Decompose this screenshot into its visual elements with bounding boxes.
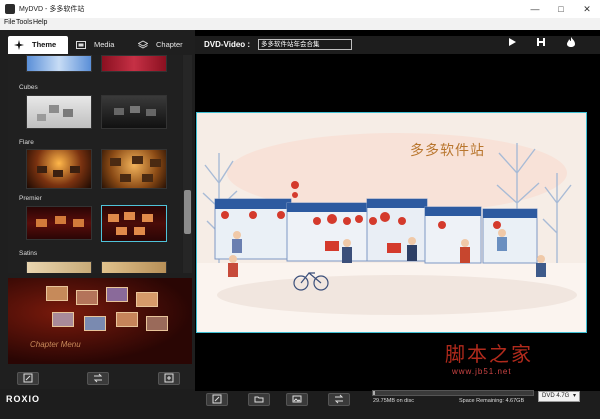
film-icon xyxy=(76,41,86,49)
theme-thumbnail-selected[interactable] xyxy=(101,205,167,242)
disc-used-text: 29.75MB on disc xyxy=(373,398,414,404)
tab-media-label: Media xyxy=(94,40,115,49)
window-title: MyDVD - 多多软件站 xyxy=(19,6,85,13)
chevron-down-icon: ▾ xyxy=(572,393,576,399)
title-bar: MyDVD - 多多软件站 — □ ✕ xyxy=(0,0,600,18)
theme-preview: Chapter Menu xyxy=(8,278,192,364)
tab-theme-label: Theme xyxy=(32,40,57,49)
app-icon xyxy=(5,4,15,14)
add-menu-button[interactable] xyxy=(158,372,180,385)
close-button[interactable]: ✕ xyxy=(574,0,600,18)
menu-bar: File Tools Help xyxy=(0,18,600,30)
tab-bar: Theme Media Chapter xyxy=(8,36,194,54)
roxio-logo: ROXIO xyxy=(6,394,41,404)
watermark-url: www.jb51.net xyxy=(452,367,512,376)
category-label-cubes: Cubes xyxy=(19,84,38,91)
menu-help[interactable]: Help xyxy=(33,19,47,26)
swap-icon xyxy=(334,394,344,404)
maximize-button[interactable]: □ xyxy=(548,0,574,18)
swap-button[interactable] xyxy=(87,372,109,385)
tab-theme[interactable]: Theme xyxy=(8,36,68,54)
theme-thumbnail[interactable] xyxy=(101,261,167,273)
theme-thumbnail[interactable] xyxy=(26,206,92,240)
minimize-button[interactable]: — xyxy=(522,0,548,18)
add-icon xyxy=(164,373,174,383)
layers-icon xyxy=(138,40,148,49)
watermark-text: 脚本之家 xyxy=(445,342,533,366)
theme-thumbnail[interactable] xyxy=(26,55,92,72)
tab-chapter[interactable]: Chapter xyxy=(132,36,194,54)
preview-caption: Chapter Menu xyxy=(30,340,81,349)
theme-thumbnail[interactable] xyxy=(101,149,167,189)
save-icon xyxy=(537,38,545,46)
edit-icon xyxy=(23,373,33,383)
folder-icon xyxy=(254,396,264,403)
theme-list-scrollbar[interactable] xyxy=(183,55,192,273)
theme-icon xyxy=(14,40,24,50)
edit-menu-button[interactable] xyxy=(17,372,39,385)
open-folder-button[interactable] xyxy=(248,393,270,406)
replace-button[interactable] xyxy=(328,393,350,406)
menu-title-text[interactable]: 多多软件站 xyxy=(410,140,485,160)
flame-icon xyxy=(567,37,575,47)
menu-preview-stage xyxy=(196,112,587,333)
theme-thumbnail[interactable] xyxy=(26,149,92,189)
disc-usage-fill xyxy=(373,391,375,395)
tab-media[interactable]: Media xyxy=(70,36,130,54)
tab-chapter-label: Chapter xyxy=(156,40,183,49)
image-icon xyxy=(292,395,302,403)
disc-usage-bar xyxy=(372,390,534,396)
disc-remaining-text: Space Remaining: 4.67GB xyxy=(459,398,525,404)
disc-type-select[interactable]: DVD 4.7G ▾ xyxy=(538,391,580,402)
fit-icon xyxy=(212,394,222,404)
swap-icon xyxy=(93,373,103,383)
burn-button[interactable] xyxy=(560,37,582,51)
category-label-satins: Satins xyxy=(19,250,38,257)
disc-type-value: DVD 4.7G xyxy=(542,393,570,399)
theme-thumbnail[interactable] xyxy=(26,95,92,129)
background-image-button[interactable] xyxy=(286,393,308,406)
play-icon xyxy=(509,38,516,46)
save-button[interactable] xyxy=(530,37,552,51)
theme-thumbnail[interactable] xyxy=(26,261,92,273)
festival-scene-illustration xyxy=(197,113,586,332)
menu-file[interactable]: File xyxy=(4,19,15,26)
theme-list: Cubes Flare Premier Satins xyxy=(8,55,182,273)
menu-tools[interactable]: Tools xyxy=(16,19,32,26)
theme-thumbnail[interactable] xyxy=(101,95,167,129)
theme-thumbnail[interactable] xyxy=(101,55,167,72)
project-title-input[interactable]: 多多软件站年会合集 xyxy=(258,39,352,50)
play-button[interactable] xyxy=(501,37,523,51)
scrollbar-thumb[interactable] xyxy=(184,190,191,234)
category-label-flare: Flare xyxy=(19,139,34,146)
category-label-premier: Premier xyxy=(19,195,42,202)
project-type-label: DVD-Video : xyxy=(204,40,251,49)
fit-screen-button[interactable] xyxy=(206,393,228,406)
